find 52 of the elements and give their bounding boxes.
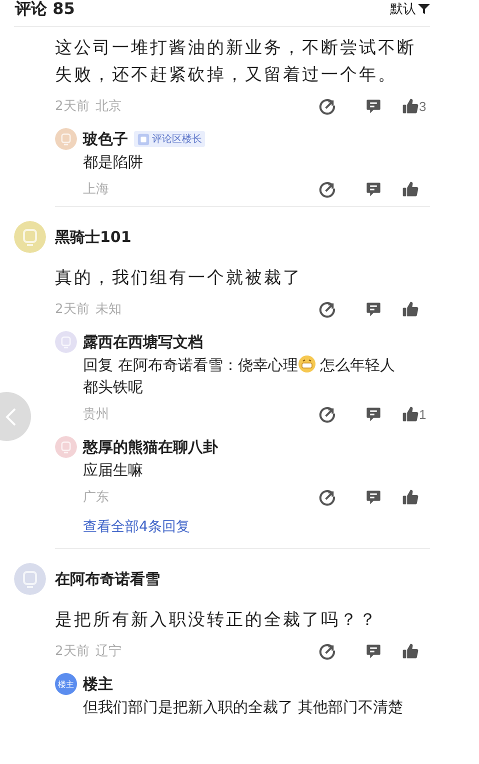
view-all-replies-link[interactable]: 查看全部4条回复 [83, 518, 190, 536]
like-button[interactable]: 1 [402, 406, 430, 422]
reply-text: 都是陷阱 [83, 153, 143, 171]
reply-text: 怎么年轻人 [320, 356, 395, 374]
reply-text: 回复 在阿布奇诺看雪：侥幸心理 [83, 356, 298, 374]
user-name[interactable]: 楼主 [83, 674, 113, 694]
thumbs-up-icon [402, 642, 419, 660]
reply-text: 都头铁呢 [83, 377, 144, 398]
comment-location: 未知 [95, 301, 122, 318]
user-name[interactable]: 在阿布奇诺看雪 [55, 570, 160, 588]
reply-location: 贵州 [83, 406, 110, 423]
comments-title: 评论 85 [15, 0, 75, 20]
user-name[interactable]: 玻色子 [83, 130, 128, 148]
comment-icon [364, 642, 382, 660]
reply-text: 但我们部门是把新入职的全裁了 其他部门不清楚 [83, 698, 403, 716]
comment-text: 这公司一堆打酱油的新业务，不断尝试不断失败，还不赶紧砍掉，又留着过一个年。 [55, 37, 417, 87]
circle-arrow-icon [318, 406, 336, 422]
reply-location: 广东 [83, 489, 110, 506]
thumbs-up-icon [402, 406, 419, 422]
comment-icon [364, 300, 382, 318]
comment-text: 是把所有新入职没转正的全裁了吗？？ [55, 609, 379, 632]
reply-text: 应届生嘛 [83, 461, 143, 479]
circle-arrow-icon [318, 180, 336, 198]
comment-icon [364, 488, 382, 506]
comment-icon [364, 406, 382, 422]
thumbs-up-icon [402, 98, 419, 114]
comment-location: 北京 [95, 98, 122, 115]
sort-button[interactable]: 默认 [390, 0, 430, 18]
circle-arrow-icon [318, 300, 336, 318]
comment-time: 2天前 [55, 98, 90, 115]
circle-arrow-icon [318, 98, 336, 114]
filter-icon [418, 3, 430, 15]
thumbs-up-icon [402, 180, 419, 198]
comment-time: 2天前 [55, 643, 90, 660]
like-button[interactable]: 3 [402, 98, 430, 114]
badge-icon [137, 132, 150, 146]
thumbs-up-icon [402, 488, 419, 506]
thumbs-up-icon [402, 300, 419, 318]
reply-location: 上海 [83, 181, 110, 198]
chevron-left-icon [5, 406, 17, 426]
comment-icon [364, 180, 382, 198]
comment-icon [364, 98, 382, 114]
circle-arrow-icon [318, 488, 336, 506]
avatar-label: 楼主 [58, 678, 74, 690]
circle-arrow-icon [318, 642, 336, 660]
comment-text: 真的，我们组有一个就被裁了 [55, 267, 303, 290]
user-name[interactable]: 露西在西塘写文档 [83, 332, 203, 352]
user-name[interactable]: 黑骑士101 [55, 228, 132, 246]
badge-label: 评论区楼长 [152, 132, 202, 146]
comment-location: 辽宁 [95, 643, 122, 660]
comment-time: 2天前 [55, 301, 90, 318]
user-name[interactable]: 憨厚的熊猫在聊八卦 [83, 438, 218, 456]
